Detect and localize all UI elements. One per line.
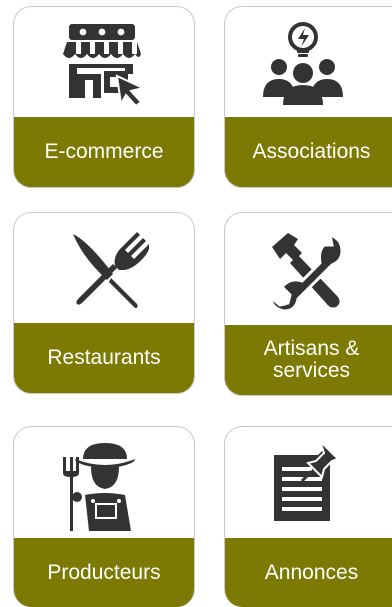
farmer-pitchfork-icon <box>14 427 194 539</box>
card-label-line1: Artisans & <box>263 337 360 360</box>
card-label: Producteurs <box>14 538 194 607</box>
people-lightbulb-icon <box>225 7 392 119</box>
card-label-line2: services <box>272 359 351 382</box>
card-label-text: Producteurs <box>47 560 161 584</box>
category-grid: E-commerce Associations Restaurants Arti… <box>0 0 392 607</box>
card-producteurs[interactable]: Producteurs <box>13 426 195 607</box>
storefront-cursor-icon <box>14 7 194 119</box>
card-label-text: Annonces <box>264 560 359 584</box>
card-label: Restaurants <box>14 323 194 393</box>
card-label: Annonces <box>225 538 392 607</box>
card-annonces[interactable]: Annonces <box>224 426 392 607</box>
wrench-hammer-icon <box>225 213 392 327</box>
card-artisans-services[interactable]: Artisans & services <box>224 212 392 396</box>
pinned-note-icon <box>225 427 392 539</box>
card-label-text: Restaurants <box>47 346 161 369</box>
knife-fork-icon <box>14 213 194 325</box>
card-label: Artisans & services <box>225 325 392 395</box>
card-associations[interactable]: Associations <box>224 6 392 188</box>
card-label-text: Associations <box>252 140 371 163</box>
card-label: E-commerce <box>14 117 194 187</box>
card-e-commerce[interactable]: E-commerce <box>13 6 195 188</box>
card-label-text: E-commerce <box>44 140 164 163</box>
card-restaurants[interactable]: Restaurants <box>13 212 195 394</box>
card-label: Associations <box>225 117 392 187</box>
